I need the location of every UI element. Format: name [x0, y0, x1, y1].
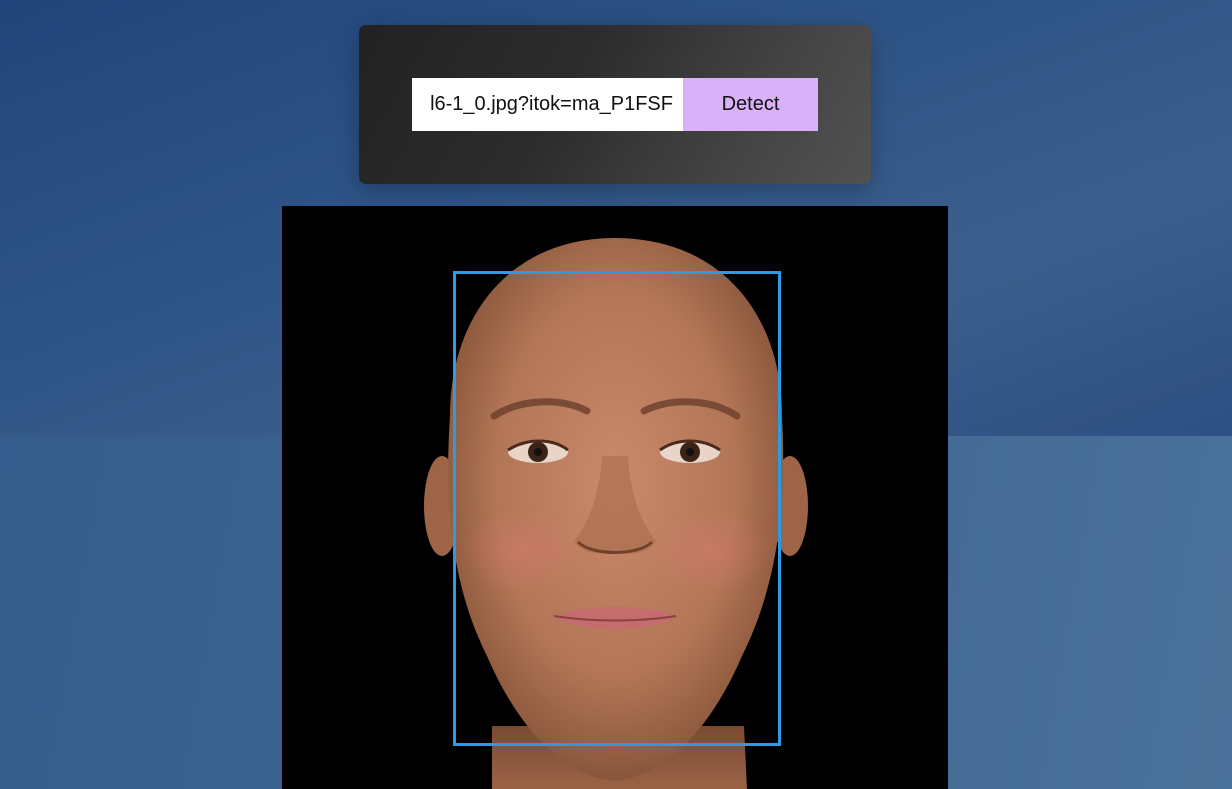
face-bounding-box [453, 271, 781, 746]
image-url-input[interactable]: l6-1_0.jpg?itok=ma_P1FSF [412, 78, 683, 131]
image-url-value: l6-1_0.jpg?itok=ma_P1FSF [430, 93, 673, 115]
face-image [282, 206, 948, 789]
url-form-panel: l6-1_0.jpg?itok=ma_P1FSF Detect [359, 25, 871, 184]
detect-button[interactable]: Detect [683, 78, 818, 131]
